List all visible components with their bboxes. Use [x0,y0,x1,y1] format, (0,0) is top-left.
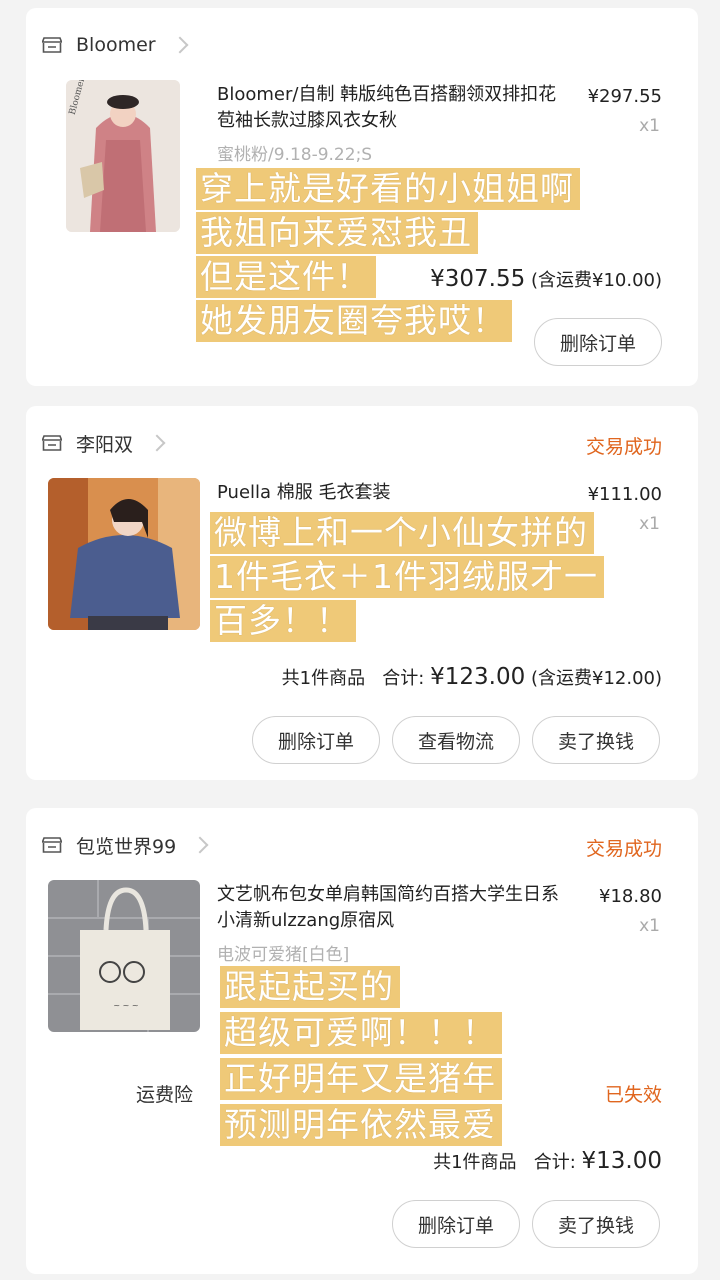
shop-name: 李阳双 [76,433,134,456]
caption-line: 百多！！ [210,600,356,642]
product-title[interactable]: Bloomer/自制 韩版纯色百搭翻领双排扣花苞袖长款过膝风衣女秋 [217,82,567,134]
shop-icon [41,837,63,853]
product-image[interactable]: ~ ~ ~ [48,880,200,1032]
caption-line: 微博上和一个小仙女拼的 [210,512,594,554]
item-count: 共1件商品 [281,668,366,689]
shop-link[interactable]: 李阳双 [41,428,166,458]
chevron-right-icon [191,836,209,854]
product-qty: x1 [639,514,660,534]
order-shipping: (含运费¥10.00) [530,270,662,291]
product-variant: 蜜桃粉/9.18-9.22;S [217,145,373,165]
caption-line: 正好明年又是猪年 [220,1058,502,1100]
product-title[interactable]: Puella 棉服 毛衣套装 [217,480,567,506]
product-title[interactable]: 文艺帆布包女单肩韩国简约百搭大学生日系小清新ulzzang原宿风 [217,882,567,934]
order-card-3: 包览世界99 交易成功 ~ ~ ~ 文艺帆布包女单肩韩国简约百搭大学生日系小清新… [26,808,698,1274]
order-total: ¥307.55 [430,266,526,292]
caption-line: 预测明年依然最爱 [220,1104,502,1146]
caption-line: 1件毛衣＋1件羽绒服才一 [210,556,604,598]
order-summary: 共1件商品 合计: ¥13.00 [433,1148,662,1174]
shop-name: Bloomer [76,34,156,56]
product-image[interactable] [48,478,200,630]
shop-link[interactable]: 包览世界99 [41,830,209,860]
caption-line: 超级可爱啊！！！ [220,1012,502,1054]
order-total: ¥13.00 [581,1148,662,1174]
order-summary: 共1件商品 合计: ¥123.00 (含运费¥12.00) [282,664,662,690]
chevron-right-icon [148,434,166,452]
product-image[interactable]: Bloomer [66,80,180,232]
insurance-status: 已失效 [604,1084,662,1106]
delete-order-button[interactable]: 删除订单 [252,716,380,764]
caption-line: 但是这件！ [196,256,376,298]
order-card-1: Bloomer Bloomer Bloomer/自制 韩版纯色百搭翻领双排扣花苞… [26,8,698,386]
order-card-2: 李阳双 交易成功 Puella 棉服 毛衣套装 ¥111.00 x1 共1件商品… [26,406,698,780]
svg-text:~ ~ ~: ~ ~ ~ [113,1001,138,1010]
shop-icon [41,37,63,53]
view-logistics-button[interactable]: 查看物流 [392,716,520,764]
total-label: 合计: [382,668,425,689]
order-status: 交易成功 [585,436,662,458]
product-qty: x1 [639,916,660,936]
delete-order-button[interactable]: 删除订单 [534,318,662,366]
caption-line: 穿上就是好看的小姐姐啊 [196,168,580,210]
item-count: 共1件商品 [433,1152,517,1173]
product-price: ¥18.80 [599,886,662,907]
order-summary: ¥307.55 (含运费¥10.00) [430,266,662,292]
order-status: 交易成功 [585,838,662,860]
delete-order-button[interactable]: 删除订单 [392,1200,520,1248]
total-label: 合计: [533,1152,576,1173]
shipping-insurance-label: 运费险 [136,1084,194,1106]
shop-icon [41,435,63,451]
product-variant: 电波可爱猪[白色] [217,945,350,965]
order-total: ¥123.00 [430,664,526,690]
product-price: ¥111.00 [587,484,662,505]
resell-button[interactable]: 卖了换钱 [532,716,660,764]
chevron-right-icon [171,36,189,54]
resell-button[interactable]: 卖了换钱 [532,1200,660,1248]
shop-name: 包览世界99 [76,835,177,858]
product-qty: x1 [639,116,660,136]
order-shipping: (含运费¥12.00) [530,668,662,689]
product-price: ¥297.55 [587,86,662,107]
caption-line: 我姐向来爱怼我丑 [196,212,478,254]
caption-line: 她发朋友圈夸我哎！ [196,300,512,342]
caption-line: 跟起起买的 [220,966,400,1008]
shop-link[interactable]: Bloomer [41,30,189,60]
